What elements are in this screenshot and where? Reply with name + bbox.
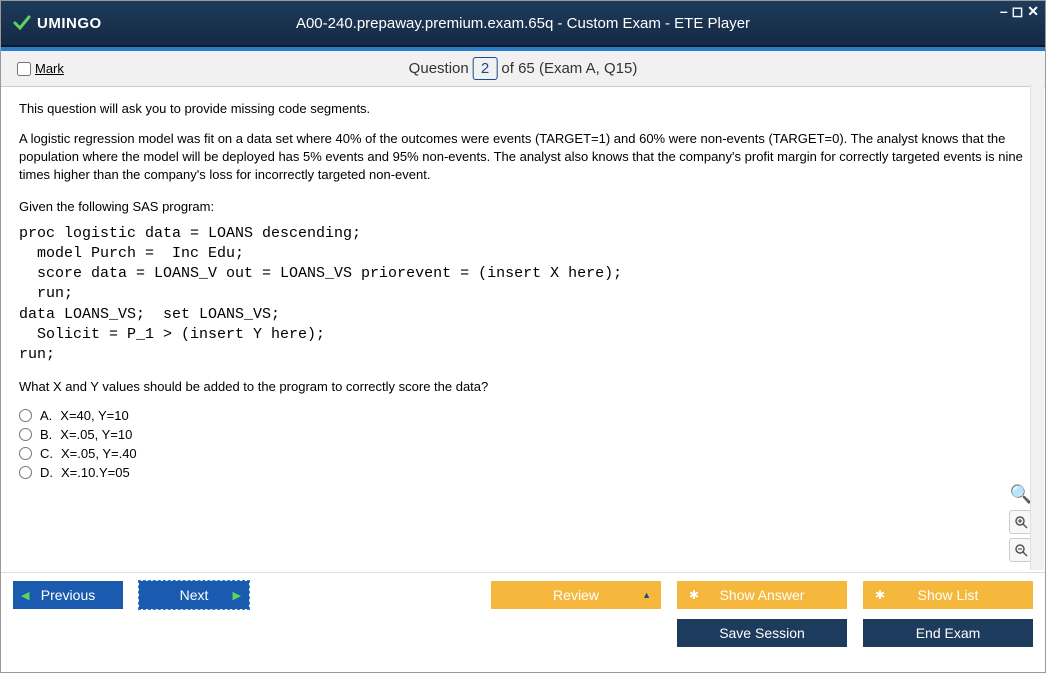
option-text: X=.05, Y=10 [60,427,132,442]
option-a[interactable]: A. X=40, Y=10 [19,408,1027,423]
given-text: Given the following SAS program: [19,199,1027,214]
option-letter: C. [40,446,53,461]
previous-button[interactable]: Previous [13,581,123,609]
question-header: Mark Question 2 of 65 (Exam A, Q15) [1,51,1045,87]
question-total: of 65 (Exam A, Q15) [501,60,637,77]
question-number: 2 [473,57,497,80]
followup-text: What X and Y values should be added to t… [19,379,1027,394]
mark-label: Mark [35,61,64,76]
option-text: X=40, Y=10 [60,408,128,423]
option-b[interactable]: B. X=.05, Y=10 [19,427,1027,442]
option-text: X=.10.Y=05 [61,465,130,480]
close-icon[interactable]: ✕ [1027,3,1039,20]
logo: UMINGO [11,12,102,34]
option-d-radio[interactable] [19,466,32,479]
save-session-button[interactable]: Save Session [677,619,847,647]
window-title: A00-240.prepaway.premium.exam.65q - Cust… [296,15,750,32]
scrollbar[interactable] [1030,84,1044,570]
option-b-radio[interactable] [19,428,32,441]
footer: Previous Next Review ✱Show Answer ✱Show … [1,572,1045,657]
question-indicator: Question 2 of 65 (Exam A, Q15) [409,57,638,80]
title-bar: UMINGO A00-240.prepaway.premium.exam.65q… [1,1,1045,47]
end-exam-button[interactable]: End Exam [863,619,1033,647]
question-content: This question will ask you to provide mi… [1,87,1045,572]
next-button[interactable]: Next [139,581,249,609]
option-d[interactable]: D. X=.10.Y=05 [19,465,1027,480]
show-list-button[interactable]: ✱Show List [863,581,1033,609]
option-c[interactable]: C. X=.05, Y=.40 [19,446,1027,461]
star-icon: ✱ [875,588,885,602]
review-button[interactable]: Review [491,581,661,609]
logo-checkmark-icon [11,12,33,34]
logo-text: UMINGO [37,15,102,32]
option-letter: B. [40,427,52,442]
star-icon: ✱ [689,588,699,602]
window-controls: – ◻ ✕ [1000,3,1039,20]
options-list: A. X=40, Y=10 B. X=.05, Y=10 C. X=.05, Y… [19,408,1027,480]
minimize-icon[interactable]: – [1000,3,1008,20]
option-c-radio[interactable] [19,447,32,460]
mark-checkbox-wrapper[interactable]: Mark [17,61,64,76]
option-letter: A. [40,408,52,423]
intro-text: This question will ask you to provide mi… [19,101,1027,116]
code-block: proc logistic data = LOANS descending; m… [19,224,1027,366]
option-letter: D. [40,465,53,480]
question-word: Question [409,60,469,77]
maximize-icon[interactable]: ◻ [1012,3,1024,20]
body-text: A logistic regression model was fit on a… [19,130,1027,185]
show-answer-button[interactable]: ✱Show Answer [677,581,847,609]
option-a-radio[interactable] [19,409,32,422]
mark-checkbox[interactable] [17,62,31,76]
option-text: X=.05, Y=.40 [61,446,137,461]
